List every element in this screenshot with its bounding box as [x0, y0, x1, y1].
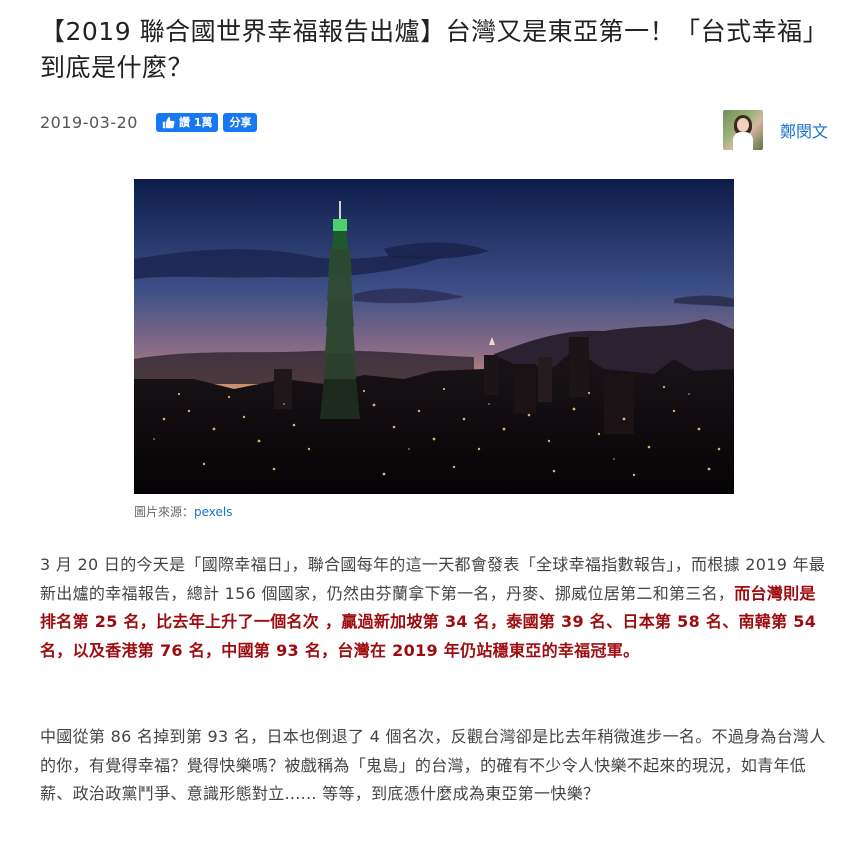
- skyline-illustration: [134, 179, 734, 494]
- article-meta: 2019-03-20 讚 1萬 分享: [40, 110, 262, 134]
- facebook-share-button[interactable]: 分享: [223, 112, 258, 132]
- paragraph-1-text: 3 月 20 日的今天是「國際幸福日」，聯合國每年的這一天都會發表「全球幸福指數…: [40, 555, 826, 603]
- photo-credit: 圖片來源：pexels: [134, 503, 233, 520]
- article-paragraph-1: 3 月 20 日的今天是「國際幸福日」，聯合國每年的這一天都會發表「全球幸福指數…: [40, 551, 830, 665]
- like-count-label: 讚 1萬: [178, 116, 213, 129]
- photo-credit-prefix: 圖片來源：: [134, 505, 195, 519]
- author-block: 鄭閔文: [722, 110, 828, 150]
- author-avatar[interactable]: [722, 110, 763, 150]
- photo-credit-link[interactable]: pexels: [194, 505, 233, 519]
- thumbs-up-icon: [162, 116, 175, 128]
- publish-date: 2019-03-20: [40, 112, 138, 132]
- article-photo-taipei-skyline: [134, 179, 734, 494]
- author-name-link[interactable]: 鄭閔文: [780, 118, 828, 142]
- facebook-like-button[interactable]: 讚 1萬: [155, 112, 219, 132]
- article-title: 【2019 聯合國世界幸福報告出爐】台灣又是東亞第一！「台式幸福」到底是什麼？: [40, 17, 829, 82]
- article-paragraph-2: 中國從第 86 名掉到第 93 名，日本也倒退了 4 個名次，反觀台灣卻是比去年…: [40, 727, 826, 803]
